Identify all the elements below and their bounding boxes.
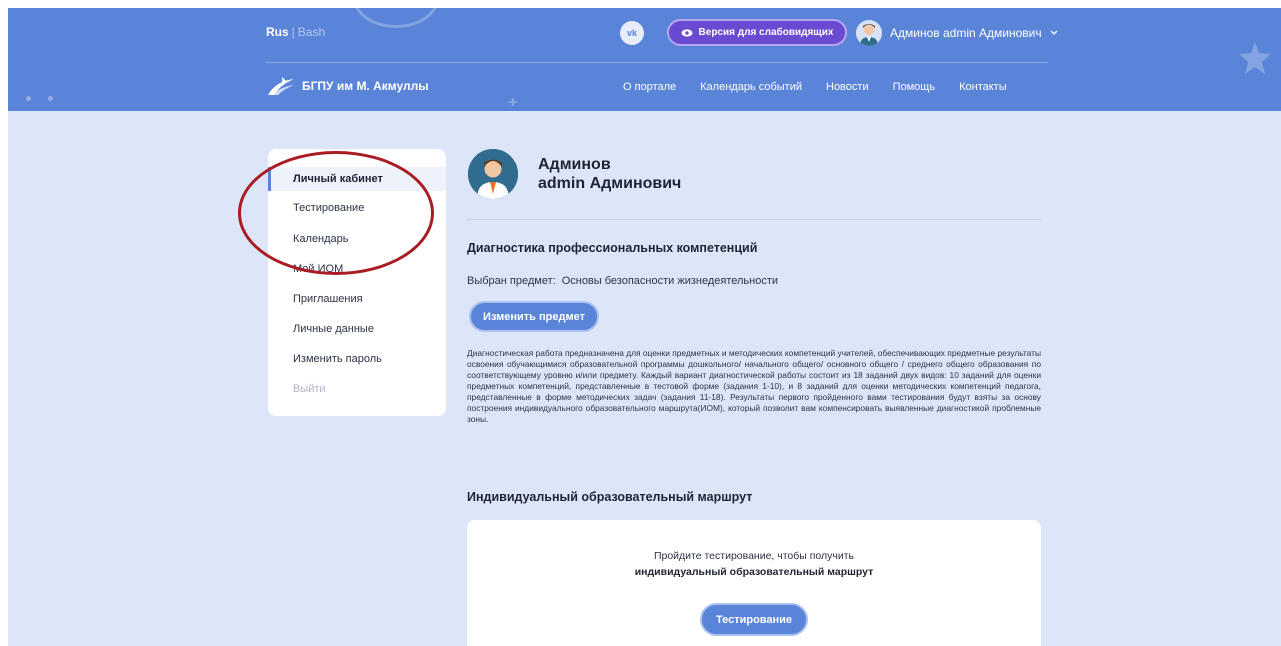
sidebar: Личный кабинет Тестирование Календарь Мо… [268,149,446,416]
decorative-star-icon [1239,42,1271,74]
decorative-circle [353,8,439,28]
accessibility-version-button[interactable]: Версия для слабовидящих [667,19,847,46]
bspu-logo-icon [268,77,294,95]
nav-item-contacts[interactable]: Контакты [959,81,1007,93]
sidebar-item-personal-data[interactable]: Личные данные [293,323,374,335]
iom-prompt-bold: индивидуальный образовательный маршрут [634,566,874,578]
subject-label: Выбран предмет: [467,275,556,287]
sidebar-item-change-password[interactable]: Изменить пароль [293,353,382,365]
sidebar-active-indicator [268,167,271,191]
sidebar-item-calendar[interactable]: Календарь [293,233,349,245]
decorative-plus-icon: + [508,94,518,111]
eye-icon [681,28,693,37]
profile-divider [467,219,1041,220]
diagnostics-title: Диагностика профессиональных компетенций [467,241,758,255]
profile-avatar [468,149,518,199]
header-divider [266,62,1048,63]
logo-text: БГПУ им М. Акмуллы [302,79,429,93]
language-switcher: Rus | Bash [266,25,325,39]
nav-item-help[interactable]: Помощь [893,81,936,93]
sidebar-item-testing[interactable]: Тестирование [293,202,364,214]
site-logo[interactable]: БГПУ им М. Акмуллы [266,75,429,97]
lang-separator: | [291,25,295,39]
profile-name: Админов admin Админович [538,155,681,193]
chevron-down-icon [1050,30,1058,35]
iom-prompt: Пройдите тестирование, чтобы получить [653,550,855,562]
user-menu[interactable]: Админов admin Админович [856,19,1058,47]
testing-button[interactable]: Тестирование [700,603,808,636]
nav-item-calendar[interactable]: Календарь событий [700,81,802,93]
subject-value: Основы безопасности жизнедеятельности [561,275,779,287]
decorative-dots [26,96,31,101]
user-avatar-icon [468,149,518,199]
user-name: Админов admin Админович [890,26,1042,40]
sidebar-item-invitations[interactable]: Приглашения [293,293,363,305]
diagnostics-description: Диагностическая работа предназначена для… [467,348,1041,424]
sidebar-item-logout[interactable]: Выйти [293,383,326,395]
profile-last-name: Админов [538,156,611,173]
iom-title: Индивидуальный образовательный маршрут [467,490,753,504]
avatar [856,20,882,46]
selected-subject: Выбран предмет: Основы безопасности жизне… [467,275,778,287]
iom-card: Пройдите тестирование, чтобы получить ин… [467,520,1041,646]
nav-item-news[interactable]: Новости [826,81,869,93]
vk-icon[interactable]: vk [620,21,644,45]
lang-bash[interactable]: Bash [298,25,325,39]
sidebar-item-cabinet[interactable]: Личный кабинет [293,173,383,185]
profile-first-names: admin Админович [538,175,682,192]
lang-rus[interactable]: Rus [266,25,289,39]
site-header: + Rus|Bash vk Версия для слабовидящих [8,8,1281,111]
user-avatar-icon [856,20,882,46]
change-subject-button[interactable]: Изменить предмет [469,301,599,332]
sidebar-item-iom[interactable]: Мой ИОМ [293,263,343,275]
accessibility-label: Версия для слабовидящих [698,27,834,38]
main-nav: О портале Календарь событий Новости Помо… [623,81,1031,93]
nav-item-about[interactable]: О портале [623,81,676,93]
page-frame: + Rus|Bash vk Версия для слабовидящих [8,8,1281,646]
